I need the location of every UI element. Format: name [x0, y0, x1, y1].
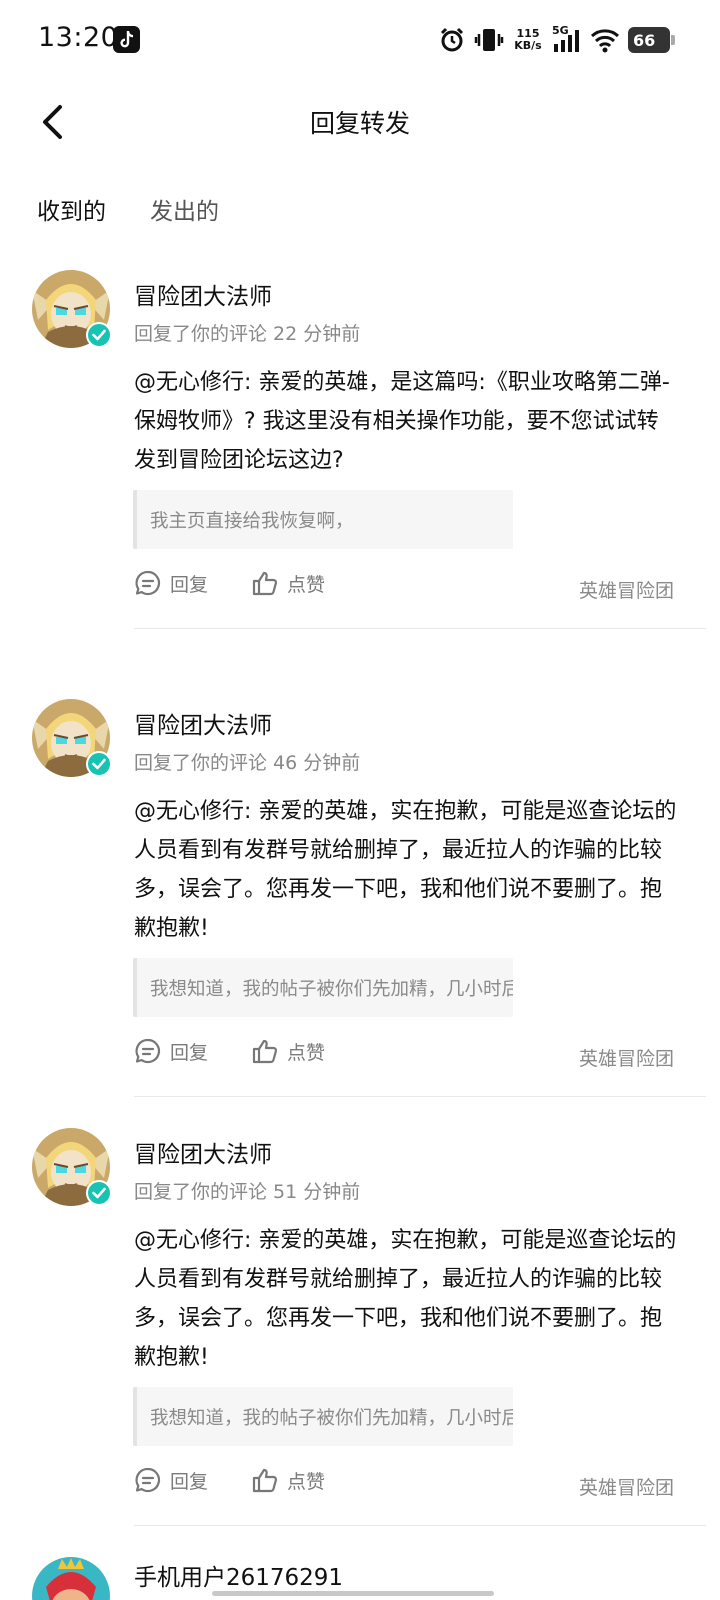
- thumbs-up-icon: [252, 1039, 278, 1064]
- page-title: 回复转发: [309, 109, 410, 138]
- action-row: 回复 点赞 英雄冒险团: [134, 569, 674, 609]
- status-time: 13:20: [38, 22, 119, 53]
- alarm-icon: [440, 27, 464, 52]
- reply-item: 冒险团大法师 回复了你的评论 51 分钟前 @无心修行: 亲爱的英雄，实在抱歉，…: [0, 1113, 720, 1542]
- tab-received[interactable]: 收到的: [37, 192, 106, 226]
- comment-icon: [135, 1467, 161, 1493]
- like-label: 点赞: [287, 1041, 326, 1064]
- tab-bar: 收到的 发出的: [0, 188, 720, 238]
- like-label: 点赞: [287, 1470, 326, 1493]
- username[interactable]: 冒险团大法师: [134, 1135, 272, 1169]
- signal-5g-icon: 5G: [552, 24, 582, 54]
- avatar[interactable]: [32, 699, 112, 777]
- reply-text[interactable]: @无心修行: 亲爱的英雄，实在抱歉，可能是巡查论坛的人员看到有发群号就给删掉了，…: [134, 1221, 680, 1377]
- like-label: 点赞: [287, 573, 326, 596]
- vibrate-icon: [474, 29, 504, 51]
- reply-label: 回复: [170, 1470, 209, 1493]
- home-indicator[interactable]: [212, 1591, 494, 1596]
- thumbs-up-icon: [252, 1468, 278, 1493]
- username[interactable]: 手机用户26176291: [134, 1558, 343, 1592]
- source-community-link[interactable]: 英雄冒险团: [579, 576, 674, 603]
- avatar[interactable]: [32, 1557, 110, 1600]
- reply-button[interactable]: 回复: [134, 569, 208, 597]
- wifi-icon: [590, 29, 620, 53]
- reply-item: 冒险团大法师 回复了你的评论 22 分钟前 @无心修行: 亲爱的英雄，是这篇吗:…: [0, 255, 720, 684]
- action-row: 回复 点赞 英雄冒险团: [134, 1466, 674, 1506]
- battery-indicator: 66: [628, 27, 675, 53]
- verified-icon: [86, 751, 112, 777]
- like-button[interactable]: 点赞: [251, 569, 325, 597]
- network-speed-unit: KB/s: [514, 39, 542, 52]
- tiktok-notification-icon: [113, 26, 140, 53]
- reply-meta: 回复了你的评论 22 分钟前: [134, 323, 361, 345]
- like-button[interactable]: 点赞: [251, 1037, 325, 1065]
- reply-text[interactable]: @无心修行: 亲爱的英雄，实在抱歉，可能是巡查论坛的人员看到有发群号就给删掉了，…: [134, 792, 680, 948]
- quoted-comment[interactable]: 我想知道，我的帖子被你们先加精，几小时后又移…: [133, 1387, 513, 1446]
- reply-meta: 回复了你的评论 46 分钟前: [134, 752, 361, 774]
- thumbs-up-icon: [252, 571, 278, 596]
- quoted-comment[interactable]: 我主页直接给我恢复啊，: [133, 490, 513, 549]
- source-community-link[interactable]: 英雄冒险团: [579, 1473, 674, 1500]
- tab-sent[interactable]: 发出的: [150, 192, 219, 226]
- source-community-link[interactable]: 英雄冒险团: [579, 1044, 674, 1071]
- verified-icon: [86, 1180, 112, 1206]
- comment-icon: [135, 570, 161, 596]
- quoted-comment[interactable]: 我想知道，我的帖子被你们先加精，几小时后又移…: [133, 958, 513, 1017]
- reply-button[interactable]: 回复: [134, 1037, 208, 1065]
- reply-label: 回复: [170, 1041, 209, 1064]
- verified-icon: [86, 322, 112, 348]
- divider: [134, 1096, 706, 1097]
- username[interactable]: 冒险团大法师: [134, 706, 272, 740]
- action-row: 回复 点赞 英雄冒险团: [134, 1037, 674, 1077]
- status-bar: 13:20 115 KB/s 5G 66: [0, 0, 720, 80]
- reply-button[interactable]: 回复: [134, 1466, 208, 1494]
- reply-label: 回复: [170, 573, 209, 596]
- reply-list: 冒险团大法师 回复了你的评论 22 分钟前 @无心修行: 亲爱的英雄，是这篇吗:…: [0, 255, 720, 1600]
- username[interactable]: 冒险团大法师: [134, 277, 272, 311]
- divider: [134, 1525, 706, 1526]
- divider: [134, 628, 706, 629]
- network-speed: 115 KB/s: [512, 28, 544, 52]
- avatar-image: [32, 1557, 110, 1600]
- reply-text[interactable]: @无心修行: 亲爱的英雄，是这篇吗:《职业攻略第二弹-保姆牧师》? 我这里没有相…: [134, 363, 680, 480]
- avatar[interactable]: [32, 1128, 112, 1206]
- reply-meta: 回复了你的评论 51 分钟前: [134, 1181, 361, 1203]
- comment-icon: [135, 1038, 161, 1064]
- status-icons: 115 KB/s 5G 66: [438, 24, 675, 56]
- like-button[interactable]: 点赞: [251, 1466, 325, 1494]
- navigation-header: 回复转发: [0, 80, 720, 164]
- avatar[interactable]: [32, 270, 112, 348]
- reply-item: 冒险团大法师 回复了你的评论 46 分钟前 @无心修行: 亲爱的英雄，实在抱歉，…: [0, 684, 720, 1113]
